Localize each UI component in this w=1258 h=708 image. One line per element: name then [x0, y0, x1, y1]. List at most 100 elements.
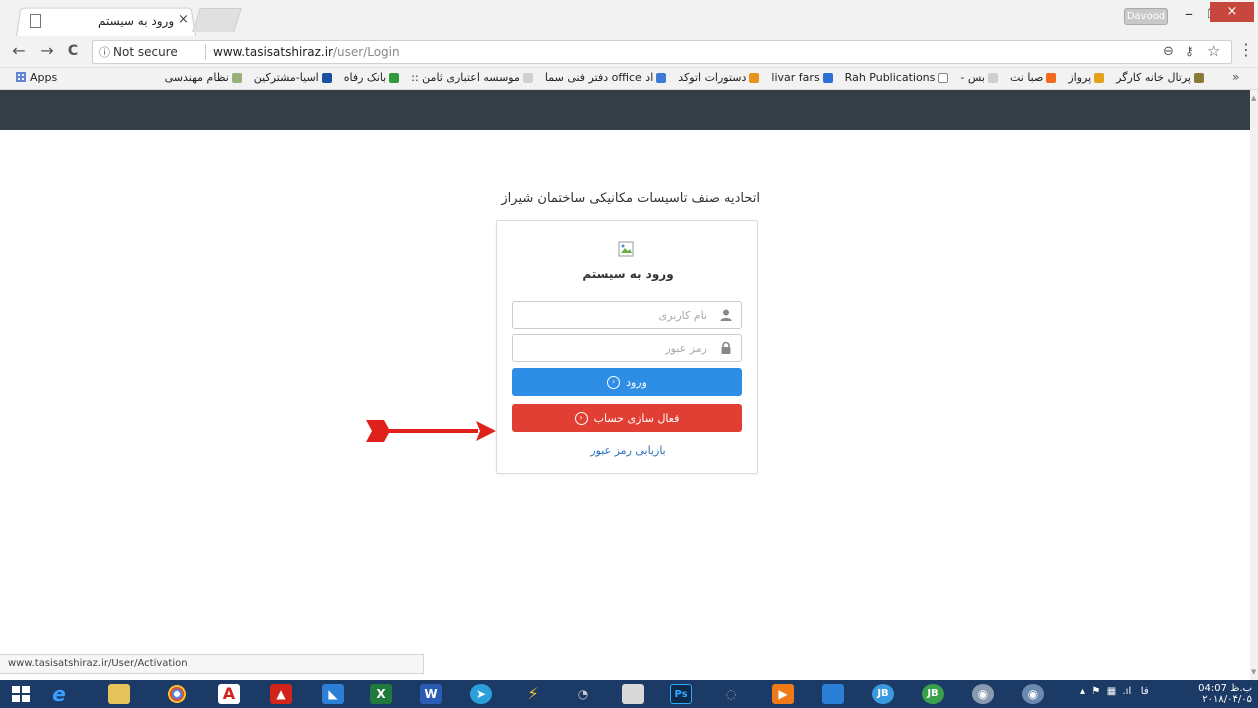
scroll-up-icon[interactable]: ▲	[1251, 94, 1256, 102]
reload-icon[interactable]: C	[62, 40, 84, 62]
scroll-down-icon[interactable]: ▼	[1251, 668, 1256, 676]
login-heading: ورود به سیستم	[582, 267, 674, 281]
jb-icon-blue[interactable]: JB	[872, 684, 894, 704]
page-content: اتحادیه صنف تاسیسات مکانیکی ساختمان شیرا…	[0, 90, 1250, 680]
bookmark-item[interactable]: صبا نت	[1010, 71, 1057, 84]
broken-image-icon	[618, 241, 634, 257]
taskbar-clock[interactable]: 04:07 ب.ظ ۲۰۱۸/۰۴/۰۵	[1190, 683, 1252, 705]
bookmark-item[interactable]: پرتال خانه کارگر	[1116, 71, 1204, 84]
new-tab-button[interactable]	[192, 8, 242, 32]
bookmark-label: نظام مهندسی	[164, 71, 229, 84]
bookmark-icon	[231, 72, 242, 83]
forward-icon[interactable]: →	[36, 40, 58, 62]
url-host: www.tasisatshiraz.ir	[213, 45, 333, 59]
minimize-icon[interactable]: –	[1178, 4, 1200, 24]
system-tray[interactable]: ▴ ⚑ ▦ .ıl فا	[1080, 686, 1149, 697]
bookmark-item[interactable]: livar fars	[771, 71, 833, 84]
bookmark-list: پرتال خانه کارگر پرواز صبا نت - بس Rah Publi…	[165, 71, 1204, 84]
bookmark-icon	[522, 72, 533, 83]
language-indicator[interactable]: فا	[1141, 686, 1149, 697]
bookmark-icon	[321, 72, 332, 83]
bookmark-label: :: موسسه اعتباری ثامن	[411, 71, 520, 84]
bookmark-label: بانک رفاه	[343, 71, 387, 84]
bookmark-icon	[822, 72, 833, 83]
password-field[interactable]	[512, 334, 742, 362]
bookmark-icon	[938, 72, 949, 83]
bookmark-icon	[987, 72, 998, 83]
bookmark-item[interactable]: نظام مهندسی	[165, 71, 242, 84]
address-bar[interactable]: ⓘ Not secure www.tasisatshiraz.ir/user/L…	[92, 40, 1232, 64]
excel-icon[interactable]: X	[370, 684, 392, 704]
bookmark-item[interactable]: - بس	[960, 71, 998, 84]
word-icon[interactable]: W	[420, 684, 442, 704]
url-path: /user/Login	[332, 45, 400, 59]
back-icon[interactable]: ←	[8, 40, 30, 62]
page-scrollbar[interactable]: ▲ ▼	[1250, 90, 1258, 680]
bookmark-label: Rah Publications	[844, 71, 936, 84]
bookmark-label: دفتر فنی سما office اد	[544, 71, 654, 84]
bookmarks-bar: Apps پرتال خانه کارگر پرواز صبا نت - بس Rah …	[0, 68, 1258, 90]
recover-password-link[interactable]: بازیابی رمز عبور	[497, 444, 759, 457]
bookmark-icon	[1046, 72, 1057, 83]
login-button[interactable]: ورود ‹	[512, 368, 742, 396]
bookmark-label: اسیا-مشترکین	[253, 71, 319, 84]
eye-icon[interactable]: ◔	[572, 684, 594, 704]
activate-button-label: فعال سازی حساب	[593, 411, 680, 425]
app-icon-blue[interactable]: ◣	[322, 684, 344, 704]
chrome-icon[interactable]	[166, 684, 188, 704]
key-icon[interactable]: ⚷	[1185, 44, 1194, 58]
windows-start-icon[interactable]	[12, 686, 30, 702]
page-icon	[30, 14, 41, 28]
app-icon-slash[interactable]	[822, 684, 844, 704]
username-input[interactable]	[519, 305, 707, 325]
wmp-icon-2[interactable]: ◉	[1022, 684, 1044, 704]
acrobat-icon[interactable]: ▲	[270, 684, 292, 704]
tab-close-icon[interactable]: ×	[178, 12, 189, 27]
bookmarks-more-icon[interactable]: »	[1232, 70, 1239, 84]
bookmark-icon	[656, 72, 667, 83]
login-button-label: ورود	[626, 375, 647, 389]
lightning-icon[interactable]: ⚡	[522, 684, 544, 704]
clock-date: ۲۰۱۸/۰۴/۰۵	[1202, 694, 1252, 705]
file-explorer-icon[interactable]	[108, 684, 130, 704]
bookmark-item[interactable]: اسیا-مشترکین	[254, 71, 332, 84]
bookmark-item[interactable]: Rah Publications	[845, 71, 949, 84]
activate-account-button[interactable]: فعال سازی حساب ‹	[512, 404, 742, 432]
clock-time: 04:07 ب.ظ	[1198, 683, 1252, 694]
bookmark-icon	[1094, 72, 1105, 83]
bookmark-item[interactable]: دستورات اتوکد	[678, 71, 760, 84]
bookmark-label: - بس	[960, 71, 985, 84]
user-icon	[720, 309, 732, 321]
tab-login[interactable]: ورود به سیستم ×	[16, 6, 196, 37]
bookmark-item[interactable]: :: موسسه اعتباری ثامن	[411, 71, 533, 84]
password-input[interactable]	[519, 338, 707, 358]
zoom-icon[interactable]: ⊖	[1163, 44, 1174, 59]
login-panel: ورود به سیستم ورود ‹ فعال سازی حساب ‹ با…	[496, 220, 758, 474]
username-field[interactable]	[512, 301, 742, 329]
jb-icon-green[interactable]: JB	[922, 684, 944, 704]
ie-icon[interactable]: e	[48, 684, 70, 704]
autocad-icon[interactable]: A	[218, 684, 240, 704]
media-player-icon[interactable]: ▶	[772, 684, 794, 704]
profile-button[interactable]: Davood	[1124, 8, 1168, 25]
bookmark-icon	[749, 72, 760, 83]
star-icon[interactable]: ☆	[1207, 42, 1220, 60]
bookmark-label: پرواز	[1068, 71, 1092, 84]
annotation-arrow-icon	[366, 420, 496, 442]
bookmark-apps[interactable]: Apps	[16, 71, 57, 84]
photoshop-icon[interactable]: Ps	[670, 684, 692, 704]
calculator-icon[interactable]	[622, 684, 644, 704]
close-window-icon[interactable]: ×	[1210, 2, 1254, 22]
bookmark-item[interactable]: دفتر فنی سما office اد	[544, 71, 667, 84]
bookmark-apps-label: Apps	[30, 71, 58, 84]
bookmark-item[interactable]: پرواز	[1068, 71, 1105, 84]
organization-title: اتحادیه صنف تاسیسات مکانیکی ساختمان شیرا…	[501, 191, 760, 206]
wmp-icon[interactable]: ◉	[972, 684, 994, 704]
telegram-icon[interactable]: ➤	[470, 684, 492, 704]
browser-title-bar: ورود به سیستم × Davood – ❐ ×	[0, 0, 1258, 37]
app-icon-circle[interactable]: ◌	[720, 684, 742, 704]
bookmark-item[interactable]: بانک رفاه	[344, 71, 400, 84]
menu-icon[interactable]: ⋮	[1238, 40, 1254, 62]
bookmark-icon	[1194, 72, 1204, 83]
info-icon[interactable]: ⓘ	[99, 44, 110, 60]
